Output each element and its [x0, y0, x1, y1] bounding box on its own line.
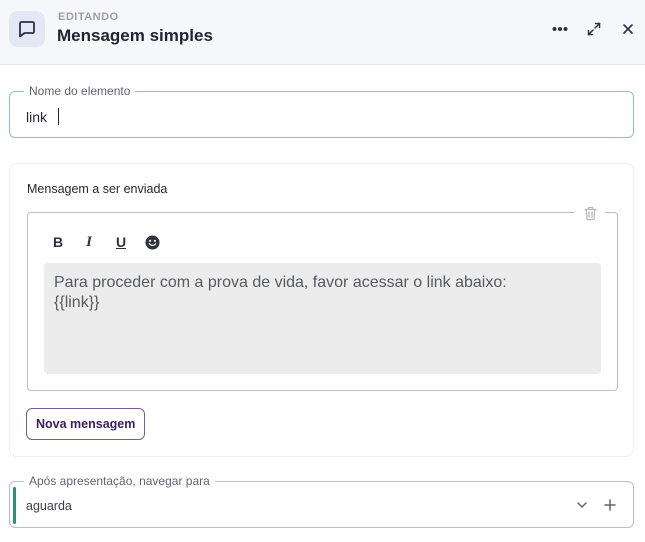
- page-title: Mensagem simples: [57, 26, 213, 45]
- emoji-button[interactable]: [141, 231, 163, 253]
- close-button[interactable]: [619, 20, 637, 38]
- element-name-input[interactable]: [26, 108, 586, 126]
- trash-icon: [583, 206, 597, 220]
- element-name-field: Nome do elemento: [9, 84, 634, 138]
- dropdown-toggle[interactable]: [573, 496, 591, 514]
- emoji-icon: [145, 235, 159, 249]
- message-text-area[interactable]: Para proceder com a prova de vida, favor…: [44, 263, 601, 374]
- bold-button[interactable]: B: [47, 231, 69, 253]
- message-card-title: Mensagem a ser enviada: [27, 182, 168, 196]
- navigate-after-field[interactable]: Após apresentação, navegar para aguarda: [9, 474, 634, 528]
- italic-button[interactable]: I: [78, 231, 100, 253]
- editor-header: EDITANDO Mensagem simples: [0, 0, 645, 65]
- plus-icon: [604, 499, 616, 511]
- more-options-icon: [552, 27, 568, 31]
- message-editor: B I U Para proceder com a prova de vida,…: [27, 204, 618, 391]
- underline-button[interactable]: U: [110, 231, 132, 253]
- editing-label: EDITANDO: [58, 11, 119, 23]
- message-card: Mensagem a ser enviada B I U Para proced…: [9, 163, 634, 457]
- navigate-after-value: aguarda: [26, 499, 72, 513]
- navigate-after-legend: Após apresentação, navegar para: [24, 474, 215, 489]
- new-message-button[interactable]: Nova mensagem: [26, 408, 146, 440]
- element-name-legend: Nome do elemento: [24, 84, 136, 99]
- message-text-line: Para proceder com a prova de vida, favor…: [54, 274, 507, 291]
- text-caret: [58, 108, 59, 125]
- more-options-button[interactable]: [551, 20, 569, 38]
- add-target-button[interactable]: [601, 496, 619, 514]
- delete-message-button[interactable]: [575, 204, 605, 222]
- chevron-down-icon: [577, 502, 587, 508]
- expand-button[interactable]: [585, 20, 603, 38]
- expand-icon: [587, 22, 601, 36]
- chat-bubble-icon: [9, 11, 45, 47]
- field-accent-bar: [13, 487, 16, 524]
- message-text-line: {{link}}: [54, 294, 100, 311]
- close-icon: [623, 24, 633, 34]
